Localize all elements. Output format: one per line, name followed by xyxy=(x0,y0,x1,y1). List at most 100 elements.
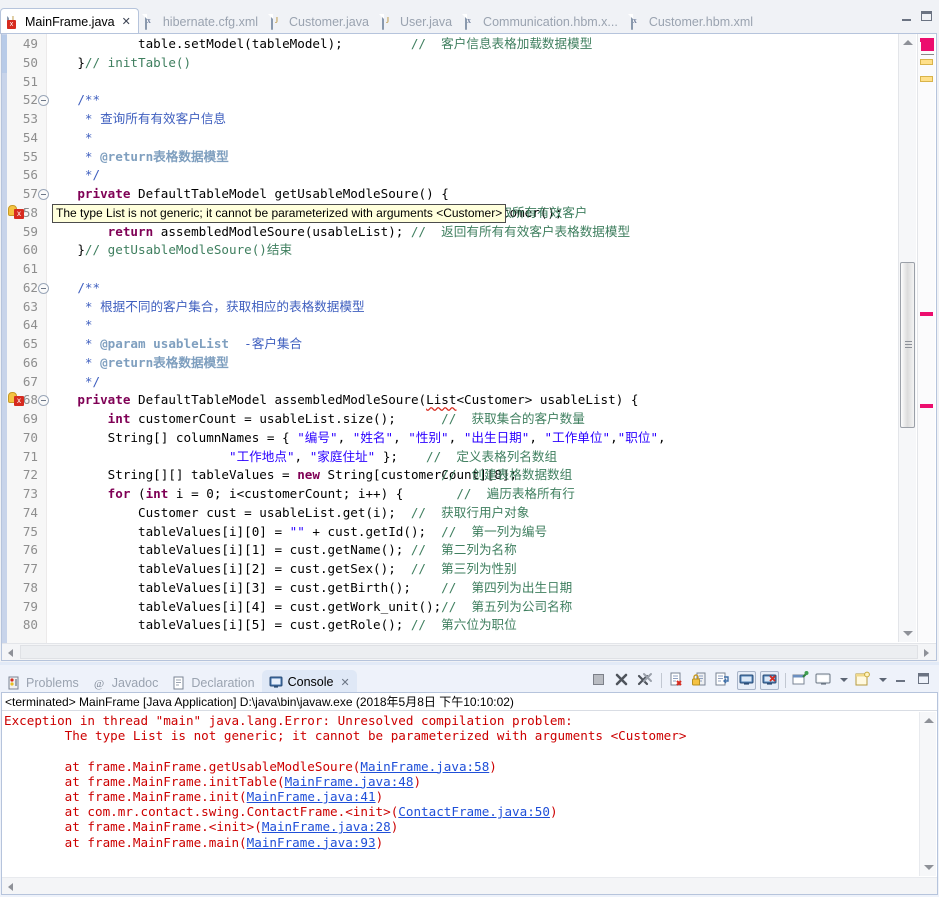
code-line[interactable]: tableValues[i][0] = "" + cust.getId(); //… xyxy=(47,523,896,542)
console-horizontal-scrollbar[interactable] xyxy=(2,877,937,894)
tab-close-icon[interactable]: ✕ xyxy=(122,15,131,28)
code-line[interactable]: Customer cust = usableList.get(i); // 获取行… xyxy=(47,504,896,523)
code-line[interactable]: /** xyxy=(47,91,896,110)
minimize-button[interactable] xyxy=(893,671,912,690)
remove-launch-button[interactable] xyxy=(613,671,632,690)
overview-error-marker[interactable] xyxy=(920,404,933,408)
scroll-left-icon[interactable] xyxy=(5,646,18,659)
code-line[interactable]: tableValues[i][4] = cust.getWork_unit();… xyxy=(47,598,896,617)
console-tab-declaration[interactable]: Declaration xyxy=(165,672,261,694)
console-tab-console[interactable]: Console ✕ xyxy=(261,670,357,694)
code-token: } xyxy=(47,242,85,258)
line-number: 75 xyxy=(22,523,38,539)
display-selected-console-button[interactable] xyxy=(815,671,834,690)
scroll-lock-button[interactable] xyxy=(691,671,710,690)
code-line[interactable]: String[] columnNames = { "编号", "姓名", "性别… xyxy=(47,429,896,448)
overview-error-marker[interactable] xyxy=(920,38,933,42)
scroll-up-icon[interactable] xyxy=(901,36,915,49)
overview-ruler[interactable] xyxy=(917,34,935,642)
code-line[interactable]: table.setModel(tableModel); // 客户信息表格加载数据… xyxy=(47,35,896,54)
console-tab-problems[interactable]: Problems xyxy=(0,672,86,694)
console-tab-close-icon[interactable]: ✕ xyxy=(340,676,349,689)
maximize-icon[interactable] xyxy=(920,10,933,23)
maximize-button[interactable] xyxy=(916,671,935,690)
gutter-line: 54 xyxy=(2,129,46,148)
scroll-right-icon[interactable] xyxy=(920,646,933,659)
code-line[interactable]: */ xyxy=(47,373,896,392)
show-console-on-output-button[interactable] xyxy=(737,670,756,690)
code-line[interactable]: return assembledModleSoure(usableList); /… xyxy=(47,223,896,242)
gutter-line: 52 xyxy=(2,91,49,110)
minimize-icon[interactable] xyxy=(900,10,913,23)
overview-error-marker[interactable] xyxy=(920,312,933,316)
code-line[interactable]: tableValues[i][5] = cust.getRole(); // 第六… xyxy=(47,616,896,635)
code-line[interactable]: int customerCount = usableList.size(); //… xyxy=(47,410,896,429)
editor-tab-customer-java[interactable]: J Customer.java xyxy=(265,10,376,34)
stack-trace-link[interactable]: MainFrame.java:28 xyxy=(262,819,391,834)
code-line[interactable]: */ xyxy=(47,166,896,185)
overview-warning-marker[interactable] xyxy=(920,59,933,65)
code-line[interactable]: private DefaultTableModel assembledModle… xyxy=(47,391,896,410)
console-scroll-down-icon[interactable] xyxy=(922,861,936,874)
code-line[interactable]: * @return表格数据模型 xyxy=(47,354,896,373)
code-line[interactable]: tableValues[i][1] = cust.getName(); // 第二… xyxy=(47,541,896,560)
pin-console-button[interactable] xyxy=(792,670,811,690)
stack-trace-link[interactable]: MainFrame.java:41 xyxy=(247,789,376,804)
code-line[interactable]: * 根据不同的客户集合，获取相应的表格数据模型 xyxy=(47,298,896,317)
editor-tab-customer-hbm-xml[interactable]: x Customer.hbm.xml xyxy=(625,10,760,34)
code-line[interactable]: String[][] tableValues = new String[cust… xyxy=(47,466,896,485)
code-line[interactable]: for (int i = 0; i<customerCount; i++) {/… xyxy=(47,485,896,504)
editor-vertical-scrollbar[interactable] xyxy=(898,34,916,642)
editor-tab-hibernate-cfg-xml[interactable]: x hibernate.cfg.xml xyxy=(139,10,265,34)
code-line[interactable]: * 查询所有有效客户信息 xyxy=(47,110,896,129)
code-line[interactable]: private DefaultTableModel getUsableModle… xyxy=(47,185,896,204)
code-line[interactable] xyxy=(47,73,896,92)
code-line[interactable]: }// initTable() xyxy=(47,54,896,73)
editor-tab-communication-hbm-x[interactable]: x Communication.hbm.x... xyxy=(459,10,625,34)
console-tab-javadoc[interactable]: @ Javadoc xyxy=(86,672,166,694)
scroll-down-icon[interactable] xyxy=(901,627,915,640)
stack-trace-link[interactable]: MainFrame.java:48 xyxy=(285,774,414,789)
editor-gutter[interactable]: 49 50 51 52 53 54 55 56 57 58 x 59 60 61 62 63 64 65 66 67 6… xyxy=(2,34,49,660)
gutter-line: 61 xyxy=(2,260,46,279)
code-line[interactable]: * @param usableList -客户集合 xyxy=(47,335,896,354)
clear-console-button[interactable] xyxy=(668,671,687,690)
code-comment: // 获取行用户对象 xyxy=(410,504,530,520)
code-line[interactable]: * @return表格数据模型 xyxy=(47,148,896,167)
code-token: @return xyxy=(100,354,154,370)
error-quickfix-marker-icon[interactable]: x xyxy=(8,391,26,407)
vertical-scroll-thumb[interactable] xyxy=(900,262,915,428)
console-vertical-scrollbar[interactable] xyxy=(919,712,936,876)
code-line[interactable]: * xyxy=(47,316,896,335)
console-output-text[interactable]: Exception in thread "main" java.lang.Err… xyxy=(4,713,917,876)
editor-tab-mainframe-java[interactable]: Jx MainFrame.java ✕ xyxy=(0,8,139,34)
code-line[interactable]: * xyxy=(47,129,896,148)
stack-trace-link[interactable]: MainFrame.java:58 xyxy=(360,759,489,774)
show-console-on-error-button[interactable] xyxy=(760,670,779,690)
horizontal-scroll-thumb[interactable] xyxy=(20,645,918,659)
open-console-button[interactable] xyxy=(854,671,873,690)
source-code-area[interactable]: table.setModel(tableModel); // 客户信息表格加载数据… xyxy=(47,34,896,642)
stack-trace-link[interactable]: ContactFrame.java:50 xyxy=(398,804,550,819)
word-wrap-button[interactable] xyxy=(714,671,733,690)
editor-tab-user-java[interactable]: J User.java xyxy=(376,10,459,34)
open-console-chevron-down-icon[interactable] xyxy=(879,678,887,682)
console-tab-label: Console xyxy=(287,675,334,689)
code-line[interactable]: tableValues[i][2] = cust.getSex(); // 第三列… xyxy=(47,560,896,579)
code-line[interactable]: "工作地点", "家庭住址" }; // 定义表格列名数组 xyxy=(47,448,896,467)
code-line[interactable]: /** xyxy=(47,279,896,298)
overview-warning-marker[interactable] xyxy=(920,76,933,82)
code-line[interactable]: tableValues[i][3] = cust.getBirth(); // 第… xyxy=(47,579,896,598)
code-line[interactable] xyxy=(47,260,896,279)
display-selected-console-chevron-down-icon[interactable] xyxy=(840,678,848,682)
editor-horizontal-scrollbar[interactable] xyxy=(2,643,936,660)
code-token: * xyxy=(47,317,93,333)
terminate-button[interactable] xyxy=(590,671,609,690)
remove-all-terminated-button[interactable] xyxy=(636,671,655,690)
error-quickfix-marker-icon[interactable]: x xyxy=(8,204,26,220)
code-line[interactable]: }// getUsableModleSoure()结束 xyxy=(47,241,896,260)
console-scroll-up-icon[interactable] xyxy=(922,714,936,727)
stack-trace-link[interactable]: MainFrame.java:93 xyxy=(247,835,376,850)
console-scroll-left-icon[interactable] xyxy=(5,880,18,893)
code-token: assembledModleSoure(usableList); xyxy=(153,223,404,239)
